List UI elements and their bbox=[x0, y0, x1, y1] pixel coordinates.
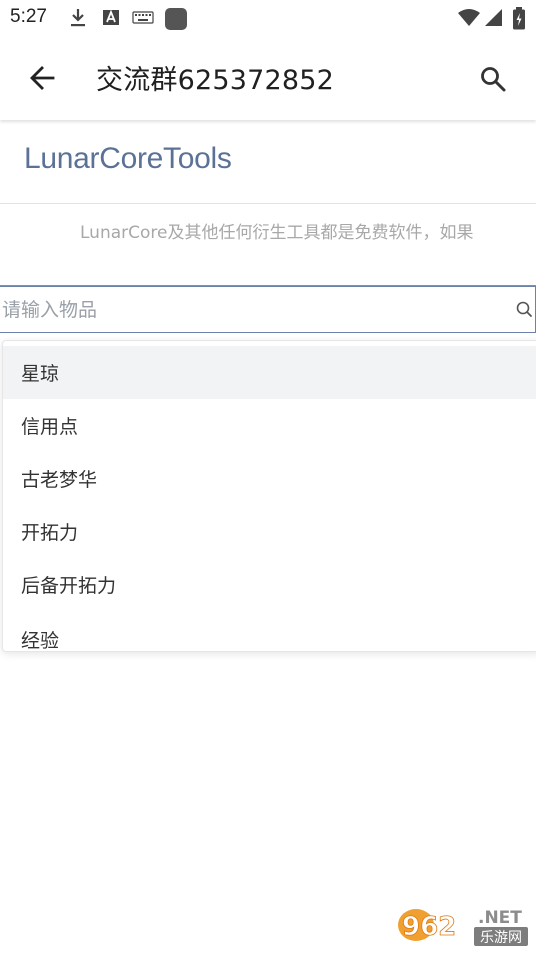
back-button[interactable] bbox=[24, 60, 60, 96]
watermark-logo: 962 .NET 乐游网 bbox=[396, 902, 530, 948]
search-icon bbox=[481, 67, 506, 92]
download-icon bbox=[71, 9, 85, 27]
dropdown-item[interactable]: 经验 bbox=[3, 613, 536, 651]
brand-header: LunarCoreTools bbox=[0, 120, 536, 204]
search-small-icon[interactable] bbox=[514, 299, 534, 319]
suggestion-dropdown: 星琼 信用点 古老梦华 开拓力 后备开拓力 经验 bbox=[2, 340, 536, 652]
page-title: 交流群625372852 bbox=[96, 65, 335, 96]
wifi-icon bbox=[458, 9, 480, 26]
app-notification-icon bbox=[165, 8, 187, 30]
status-bar: 5:27 bbox=[0, 0, 536, 36]
search-button[interactable] bbox=[474, 60, 512, 98]
dropdown-item[interactable]: 开拓力 bbox=[3, 505, 536, 558]
notice-banner: LunarCore及其他任何衍生工具都是免费软件，如果 bbox=[0, 204, 536, 286]
status-time: 5:27 bbox=[10, 6, 47, 27]
brand-title: LunarCoreTools bbox=[24, 142, 232, 175]
signal-icon bbox=[485, 9, 502, 26]
app-bar: 交流群625372852 bbox=[0, 36, 536, 120]
dropdown-item[interactable]: 信用点 bbox=[3, 399, 536, 452]
dropdown-item[interactable]: 古老梦华 bbox=[3, 452, 536, 505]
watermark-logo-graphic: 962 .NET 乐游网 bbox=[398, 908, 528, 946]
keyboard-icon bbox=[132, 11, 154, 24]
arrow-back-icon bbox=[30, 66, 55, 90]
watermark-subtitle: 乐游网 bbox=[480, 930, 522, 946]
item-search-input[interactable] bbox=[2, 287, 502, 332]
dropdown-item[interactable]: 后备开拓力 bbox=[3, 558, 536, 611]
watermark-suffix: .NET bbox=[478, 908, 522, 928]
item-search-box bbox=[0, 286, 536, 333]
watermark-brand: 962 bbox=[402, 912, 456, 942]
notice-text: LunarCore及其他任何衍生工具都是免费软件，如果 bbox=[80, 223, 474, 243]
text-a-icon bbox=[103, 9, 119, 25]
battery-icon bbox=[513, 7, 525, 30]
dropdown-item[interactable]: 星琼 bbox=[3, 346, 536, 399]
